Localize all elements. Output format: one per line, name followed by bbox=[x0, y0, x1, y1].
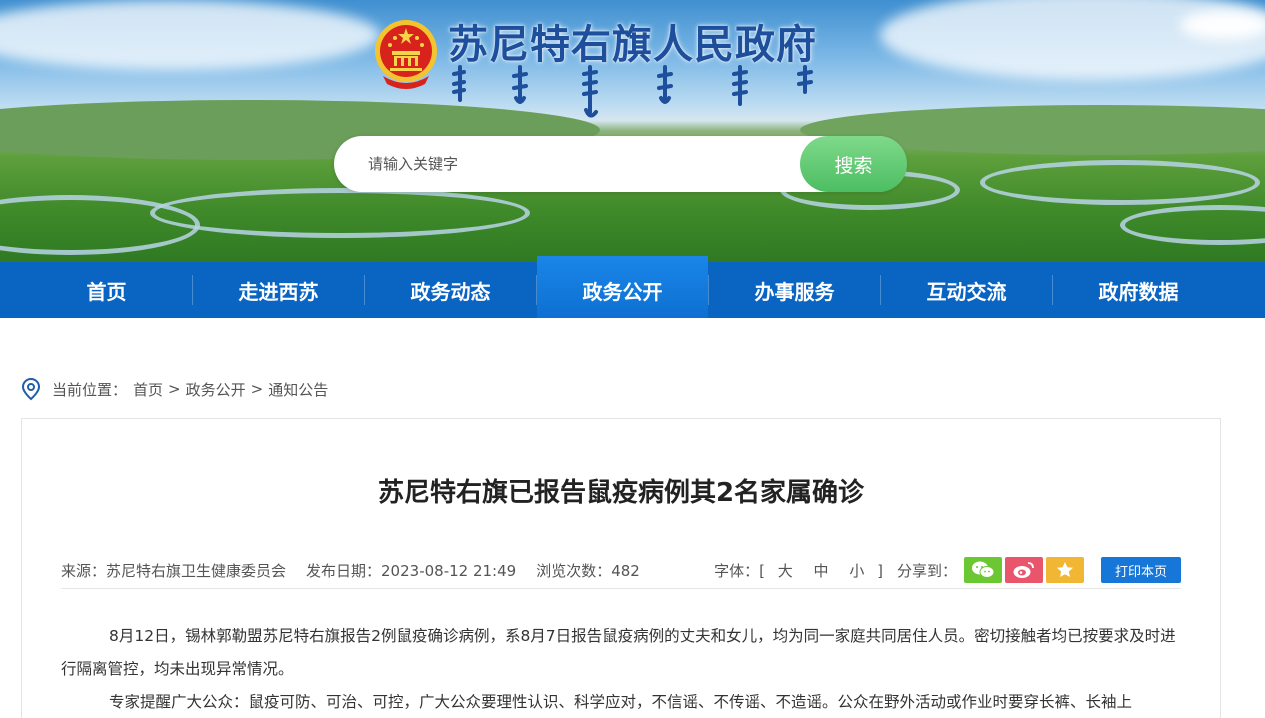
breadcrumb-public-affairs-link[interactable]: 政务公开 bbox=[186, 379, 246, 400]
font-size-close: ] bbox=[877, 561, 883, 580]
weibo-icon bbox=[1013, 562, 1034, 578]
wechat-icon bbox=[972, 561, 995, 578]
article-tools: 字体：[ 大 中 小 ] 分享到： 打印本页 bbox=[714, 552, 1181, 588]
breadcrumb-separator: > bbox=[250, 380, 264, 398]
font-size-selector: 字体：[ 大 中 小 ] bbox=[714, 560, 883, 581]
national-emblem-icon bbox=[375, 20, 437, 89]
breadcrumb-notice-link[interactable]: 通知公告 bbox=[268, 379, 328, 400]
print-button[interactable]: 打印本页 bbox=[1101, 557, 1181, 583]
article-date: 发布日期：2023-08-12 21:49 bbox=[306, 561, 517, 580]
breadcrumb: 当前位置： 首页 > 政务公开 > 通知公告 bbox=[20, 376, 328, 402]
share-label: 分享到： bbox=[896, 561, 957, 580]
river-decoration bbox=[1120, 205, 1265, 245]
header-banner: 苏尼特右旗人民政府 bbox=[0, 0, 1265, 262]
nav-item-home[interactable]: 首页 bbox=[21, 262, 192, 318]
river-decoration bbox=[980, 160, 1260, 205]
nav-item-data[interactable]: 政府数据 bbox=[1053, 262, 1224, 318]
share-wechat-button[interactable] bbox=[964, 557, 1002, 583]
breadcrumb-separator: > bbox=[168, 380, 181, 398]
mongolian-title-script bbox=[452, 65, 813, 118]
font-medium-button[interactable]: 中 bbox=[814, 562, 829, 580]
share-weibo-button[interactable] bbox=[1005, 557, 1043, 583]
nav-item-public-affairs[interactable]: 政务公开 bbox=[537, 256, 708, 318]
breadcrumb-home-link[interactable]: 首页 bbox=[133, 379, 163, 400]
article-paragraph: 专家提醒广大公众：鼠疫可防、可治、可控，广大公众要理性认识、科学应对，不信谣、不… bbox=[109, 693, 1133, 711]
article-meta: 来源：苏尼特右旗卫生健康委员会 发布日期：2023-08-12 21:49 浏览… bbox=[61, 552, 1181, 588]
meta-divider bbox=[61, 588, 1181, 589]
search-button[interactable]: 搜索 bbox=[800, 136, 907, 192]
article-source: 来源：苏尼特右旗卫生健康委员会 bbox=[61, 561, 287, 580]
nav-item-interaction[interactable]: 互动交流 bbox=[881, 262, 1052, 318]
location-pin-icon bbox=[21, 377, 41, 401]
cloud-decoration bbox=[0, 0, 380, 70]
article-body: 8月12日，锡林郭勒盟苏尼特右旗报告2例鼠疫确诊病例，系8月7日报告鼠疫病例的丈… bbox=[61, 620, 1181, 718]
search-input[interactable] bbox=[354, 136, 794, 192]
article-title: 苏尼特右旗已报告鼠疫病例其2名家属确诊 bbox=[377, 478, 865, 508]
nav-item-about[interactable]: 走进西苏 bbox=[193, 262, 364, 318]
share-favorite-button[interactable] bbox=[1046, 557, 1084, 583]
article-views: 浏览次数：482 bbox=[536, 561, 640, 580]
font-small-button[interactable]: 小 bbox=[849, 562, 864, 580]
star-icon bbox=[1057, 562, 1073, 577]
font-large-button[interactable]: 大 bbox=[778, 562, 793, 580]
font-size-label: 字体：[ bbox=[714, 561, 765, 580]
river-decoration bbox=[150, 188, 530, 238]
nav-item-services[interactable]: 办事服务 bbox=[709, 262, 880, 318]
breadcrumb-prefix: 当前位置： bbox=[52, 380, 128, 399]
article-paragraph: 8月12日，锡林郭勒盟苏尼特右旗报告2例鼠疫确诊病例，系8月7日报告鼠疫病例的丈… bbox=[61, 627, 1176, 678]
main-nav: 首页 走进西苏 政务动态 政务公开 办事服务 互动交流 政府数据 bbox=[0, 256, 1265, 318]
nav-item-news[interactable]: 政务动态 bbox=[365, 262, 536, 318]
cloud-decoration bbox=[1180, 10, 1265, 40]
